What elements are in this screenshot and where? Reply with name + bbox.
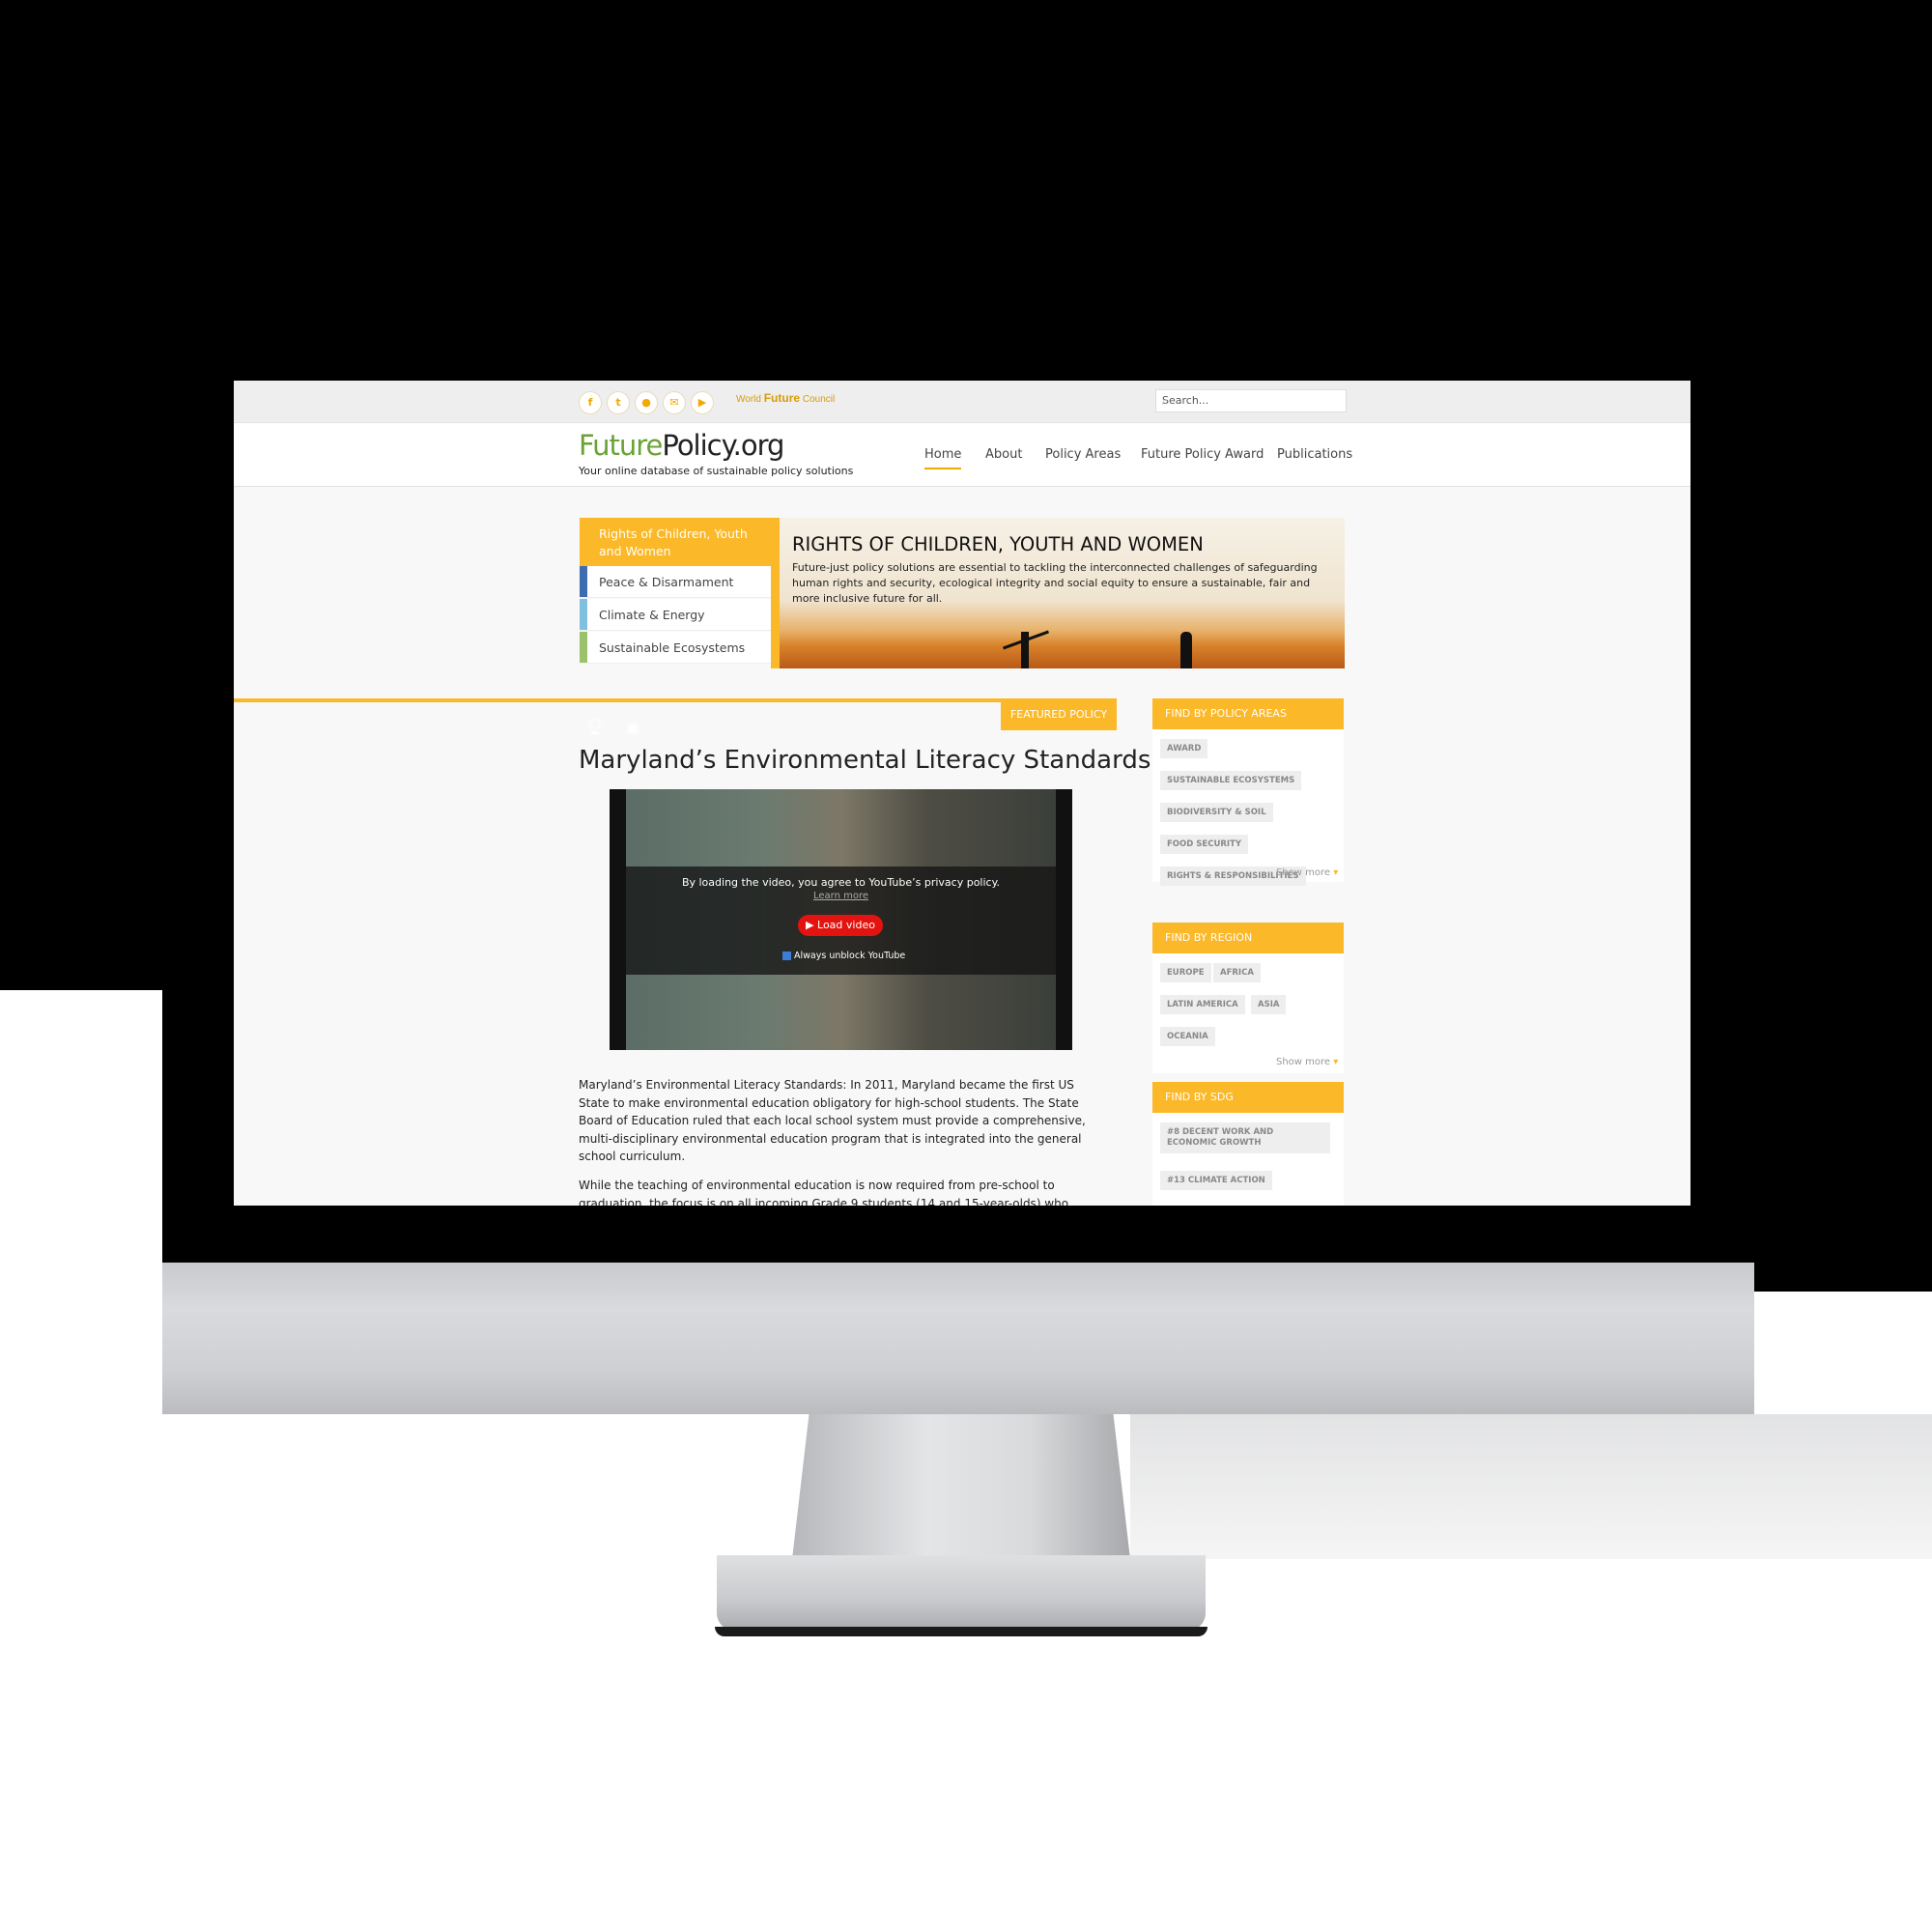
- search-icon[interactable]: ⌕: [1162, 394, 1341, 409]
- learn-more-link[interactable]: Learn more: [626, 891, 1056, 901]
- chevron-down-icon: ▾: [1333, 1057, 1339, 1067]
- find-by-policy-areas-heading: FIND BY POLICY AREAS: [1152, 698, 1344, 729]
- article-paragraph: Maryland’s Environmental Literacy Standa…: [579, 1078, 1086, 1163]
- browser-viewport: f t ● ✉ ▶ World Future Council Search... ⌕ F…: [234, 381, 1690, 1206]
- policy-areas-show-more[interactable]: Show more ▾: [1276, 867, 1338, 878]
- blackboard-icon[interactable]: ▣: [616, 711, 649, 744]
- category-3[interactable]: Sustainable Ecosystems: [580, 632, 773, 664]
- show-more-label: Show more: [1276, 867, 1331, 878]
- site-logo[interactable]: FuturePolicy.org: [579, 429, 784, 462]
- wfc-council: Council: [802, 394, 836, 405]
- video-consent-text: By loading the video, you agree to YouTu…: [681, 876, 1001, 889]
- category-0[interactable]: Rights of Children, Youth and Women: [580, 518, 773, 566]
- nav-about[interactable]: About: [985, 447, 1022, 462]
- region-show-more[interactable]: Show more ▾: [1276, 1057, 1338, 1067]
- content-divider: [234, 698, 1117, 702]
- load-video-label: Load video: [817, 919, 875, 931]
- category-label: Peace & Disarmament: [599, 575, 734, 589]
- category-2[interactable]: Climate & Energy: [580, 599, 773, 631]
- featured-policy-label: FEATURED POLICY: [1001, 698, 1117, 730]
- person-silhouette: [1180, 632, 1192, 668]
- tag-item[interactable]: #8 DECENT WORK AND ECONOMIC GROWTH: [1160, 1122, 1330, 1153]
- search-input[interactable]: Search... ⌕: [1155, 389, 1347, 412]
- nav-future-policy-award[interactable]: Future Policy Award: [1141, 447, 1264, 462]
- world-future-council-logo[interactable]: World Future Council: [736, 391, 835, 405]
- chevron-down-icon: ▾: [1333, 867, 1339, 878]
- tag-item[interactable]: EUROPE: [1160, 963, 1211, 982]
- find-by-sdg-heading: FIND BY SDG: [1152, 1082, 1344, 1113]
- tag-item[interactable]: OCEANIA: [1160, 1027, 1215, 1046]
- monitor-bezel-bottom: [162, 1205, 1756, 1263]
- category-1[interactable]: Peace & Disarmament: [580, 566, 773, 598]
- video-consent-overlay: By loading the video, you agree to YouTu…: [626, 867, 1056, 975]
- tag-item[interactable]: ASIA: [1251, 995, 1287, 1014]
- tag-item[interactable]: BIODIVERSITY & SOIL: [1160, 803, 1273, 822]
- site-header: FuturePolicy.org Your online database of…: [234, 423, 1690, 487]
- trophy-icon[interactable]: 🏆︎: [579, 711, 611, 744]
- logo-future: Future: [579, 429, 663, 462]
- hero-banner: RIGHTS OF CHILDREN, YOUTH AND WOMEN Futu…: [780, 518, 1345, 668]
- top-bar: f t ● ✉ ▶ World Future Council Search... ⌕: [234, 381, 1690, 423]
- monitor-chin: [162, 1263, 1754, 1414]
- monitor-bezel-top: [0, 0, 1932, 382]
- monitor-foot: [717, 1555, 1206, 1631]
- wfc-future: Future: [763, 391, 801, 405]
- category-label: Sustainable Ecosystems: [599, 640, 746, 655]
- load-video-button[interactable]: ▶ Load video: [798, 915, 883, 936]
- category-color-bar: [580, 566, 587, 597]
- tag-item[interactable]: LATIN AMERICA: [1160, 995, 1245, 1014]
- monitor-bezel-right: [1690, 382, 1932, 1292]
- email-icon[interactable]: ✉: [663, 391, 686, 414]
- tag-item[interactable]: SUSTAINABLE ECOSYSTEMS: [1160, 771, 1302, 790]
- monitor-stand: [792, 1414, 1130, 1559]
- monitor-bezel-left: [0, 382, 235, 990]
- show-more-label: Show more: [1276, 1057, 1331, 1067]
- region-box: EUROPE AFRICA LATIN AMERICA ASIA OCEANIA Sho…: [1152, 953, 1344, 1073]
- flickr-icon[interactable]: ●: [635, 391, 658, 414]
- nav-home[interactable]: Home: [924, 447, 962, 469]
- tag-item[interactable]: FOOD SECURITY: [1160, 835, 1249, 854]
- site-tagline: Your online database of sustainable poli…: [579, 465, 854, 477]
- article-paragraph: While the teaching of environmental educ…: [579, 1179, 1069, 1206]
- nav-policy-areas[interactable]: Policy Areas: [1045, 447, 1121, 462]
- sdg-box: #8 DECENT WORK AND ECONOMIC GROWTH #13 CL…: [1152, 1113, 1344, 1206]
- twitter-icon[interactable]: t: [607, 391, 630, 414]
- category-label: Climate & Energy: [599, 608, 705, 622]
- video-embed: By loading the video, you agree to YouTu…: [610, 789, 1072, 1050]
- always-unblock-label: Always unblock YouTube: [794, 951, 906, 961]
- category-color-bar: [580, 599, 587, 630]
- hero-description: Future-just policy solutions are essenti…: [792, 561, 1318, 605]
- hero-title: RIGHTS OF CHILDREN, YOUTH AND WOMEN: [792, 533, 1204, 555]
- wfc-world: World: [736, 394, 761, 405]
- monitor-shadow: [1130, 1414, 1932, 1559]
- find-by-region-heading: FIND BY REGION: [1152, 923, 1344, 953]
- monitor-foot-edge: [715, 1627, 1208, 1636]
- logo-policy-org: Policy.org: [662, 429, 784, 462]
- category-color-bar: [580, 632, 587, 663]
- always-unblock-checkbox[interactable]: Always unblock YouTube: [782, 951, 905, 961]
- tag-item[interactable]: AWARD: [1160, 739, 1208, 758]
- youtube-icon[interactable]: ▶: [691, 391, 714, 414]
- tag-item[interactable]: #13 CLIMATE ACTION: [1160, 1171, 1272, 1190]
- nav-publications[interactable]: Publications: [1277, 447, 1352, 462]
- checkbox-icon: [782, 952, 791, 960]
- article-title: Maryland’s Environmental Literacy Standa…: [579, 746, 1151, 775]
- policy-areas-box: AWARD SUSTAINABLE ECOSYSTEMS BIODIVERSITY …: [1152, 729, 1344, 886]
- tag-item[interactable]: AFRICA: [1213, 963, 1261, 982]
- facebook-icon[interactable]: f: [579, 391, 602, 414]
